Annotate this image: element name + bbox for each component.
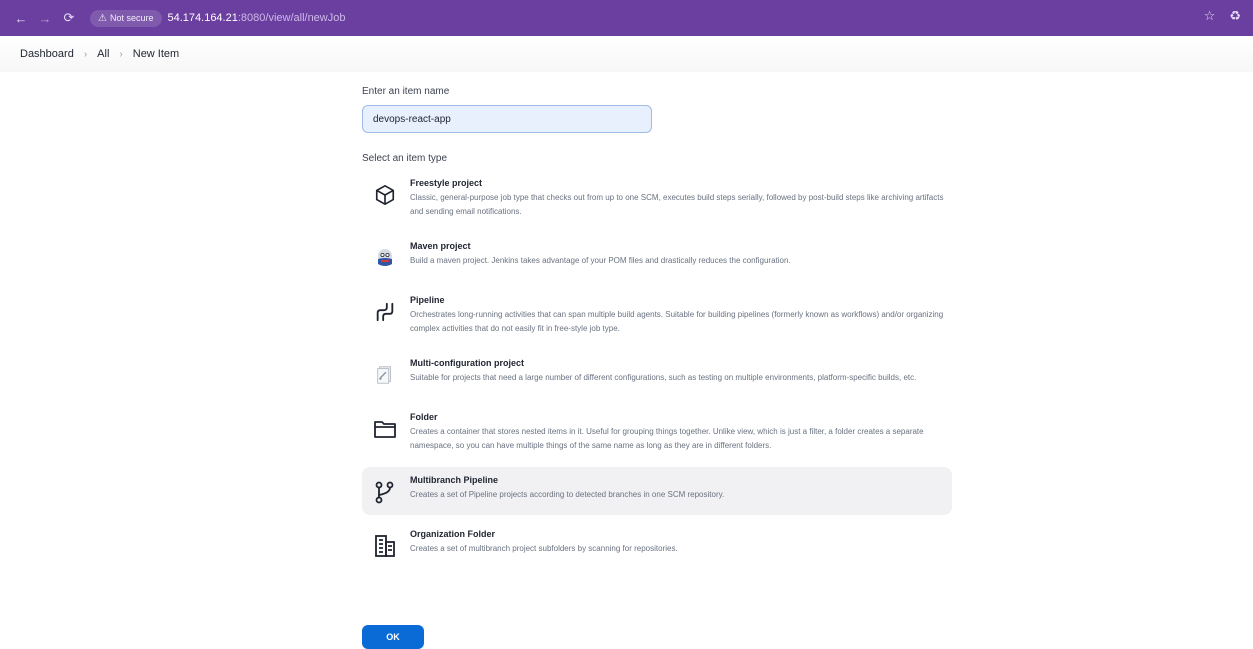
item-type-description: Creates a set of multibranch project sub… (410, 544, 678, 553)
security-label: Not secure (109, 13, 154, 23)
chevron-right-icon: › (119, 48, 123, 60)
forward-arrow-icon[interactable]: → (34, 7, 56, 29)
item-type-title: Folder (410, 412, 438, 422)
url-path: :8080/view/all/newJob (237, 12, 346, 24)
item-type-title: Multibranch Pipeline (410, 475, 499, 485)
back-arrow-icon[interactable]: ← (10, 7, 32, 29)
bookmark-star-icon[interactable]: ☆ (1204, 8, 1216, 24)
item-type-folder[interactable]: Folder Creates a container that stores n… (362, 404, 952, 461)
warning-triangle-icon: ⚠ (98, 12, 107, 24)
item-type-description: Orchestrates long-running activities tha… (410, 310, 944, 333)
chevron-right-icon: › (83, 48, 88, 60)
multi-config-icon (370, 360, 400, 390)
item-type-description: Build a maven project. Jenkins takes adv… (410, 256, 791, 265)
item-type-pipeline[interactable]: Pipeline Orchestrates long-running activ… (362, 287, 952, 344)
item-type-freestyle[interactable]: Freestyle project Classic, general-purpo… (362, 170, 952, 227)
security-chip[interactable]: ⚠ Not secure (90, 9, 162, 27)
pipeline-icon (370, 297, 400, 327)
item-type-organization-folder[interactable]: Organization Folder Creates a set of mul… (362, 521, 952, 569)
item-type-description: Suitable for projects that need a large … (410, 373, 917, 382)
item-type-title: Multi-configuration project (410, 358, 524, 368)
url-host: 54.174.164.21 (167, 12, 238, 24)
item-type-maven[interactable]: Maven project Build a maven project. Jen… (362, 233, 952, 281)
breadcrumb-dashboard[interactable]: Dashboard (20, 48, 74, 60)
ok-button[interactable]: OK (362, 625, 424, 649)
item-type-description: Classic, general-purpose job type that c… (410, 193, 944, 216)
item-type-label: Select an item type (362, 153, 448, 164)
item-type-description: Creates a container that stores nested i… (410, 427, 924, 450)
item-name-input[interactable] (362, 105, 652, 133)
address-bar[interactable]: ⚠ Not secure 54.174.164.21 :8080/view/al… (90, 6, 1230, 30)
item-type-multibranch-pipeline[interactable]: Multibranch Pipeline Creates a set of Pi… (362, 467, 952, 515)
freestyle-cube-icon (370, 180, 400, 210)
extensions-icon[interactable]: ♻ (1229, 8, 1241, 24)
browser-toolbar: ← → ⟳ ⚠ Not secure 54.174.164.21 :8080/v… (0, 0, 1253, 36)
breadcrumb: Dashboard › All › New Item (0, 36, 1253, 72)
item-name-label: Enter an item name (362, 86, 450, 97)
item-type-title: Pipeline (410, 295, 445, 305)
maven-jenkins-icon (370, 243, 400, 273)
breadcrumb-all[interactable]: All (97, 48, 109, 60)
item-type-multi-config[interactable]: Multi-configuration project Suitable for… (362, 350, 952, 398)
item-type-description: Creates a set of Pipeline projects accor… (410, 490, 725, 499)
new-item-form: Enter an item name Select an item type F… (362, 86, 952, 569)
item-type-title: Maven project (410, 241, 471, 251)
item-type-title: Freestyle project (410, 178, 483, 188)
folder-icon (370, 414, 400, 444)
organization-building-icon (370, 531, 400, 561)
branch-icon (370, 477, 400, 507)
breadcrumb-new-item[interactable]: New Item (133, 48, 179, 60)
item-type-title: Organization Folder (410, 529, 496, 539)
reload-icon[interactable]: ⟳ (58, 7, 80, 29)
